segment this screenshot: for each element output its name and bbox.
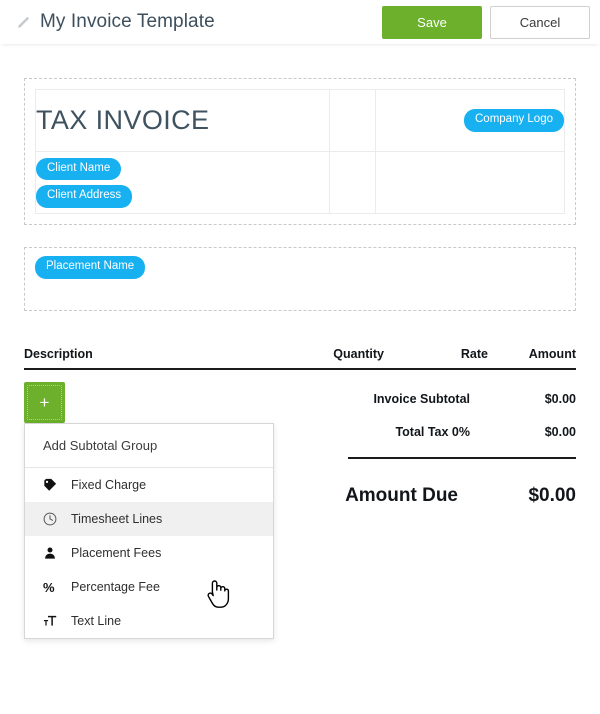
column-header-description: Description [24,347,93,361]
column-header-amount: Amount [528,347,576,361]
page-header: My Invoice Template Save Cancel [0,0,600,44]
total-row-invoice-subtotal: Invoice Subtotal $0.00 [324,382,576,415]
menu-item-text-line[interactable]: Text Line [25,604,273,638]
menu-item-label: Text Line [71,614,122,628]
cell-blank-1[interactable] [328,89,377,152]
menu-item-timesheet-lines[interactable]: Timesheet Lines [25,502,273,536]
cell-blank-2[interactable] [328,151,377,214]
field-pill-placement-name[interactable]: Placement Name [35,256,146,279]
tag-icon [43,478,65,492]
cancel-button[interactable]: Cancel [490,5,590,39]
save-button[interactable]: Save [382,5,482,39]
invoice-header-table: TAX INVOICE Company Logo Client Name Cli… [35,89,565,214]
cell-tax-invoice-title[interactable]: TAX INVOICE [35,89,330,152]
person-icon [43,546,65,560]
column-header-rate: Rate [460,347,488,361]
tax-invoice-title: TAX INVOICE [36,105,210,135]
cell-blank-3[interactable] [375,151,565,214]
table-row: Client Name Client Address [35,151,565,214]
field-pill-company-logo[interactable]: Company Logo [464,109,564,132]
menu-item-add-subtotal-group[interactable]: Add Subtotal Group [25,424,273,468]
totals-section: Invoice Subtotal $0.00 Total Tax 0% $0.0… [324,370,576,507]
header-actions: Save Cancel [382,5,590,39]
field-pill-client-name[interactable]: Client Name [36,157,122,180]
menu-item-fixed-charge[interactable]: Fixed Charge [25,468,273,502]
total-value: $0.00 [544,424,576,439]
amount-due-value: $0.00 [528,485,576,506]
add-line-area: + Add Subtotal Group Fixed Charge Timesh… [24,370,324,639]
table-row: TAX INVOICE Company Logo [35,89,565,152]
menu-item-percentage-fee[interactable]: % Percentage Fee [25,570,273,604]
menu-item-label: Timesheet Lines [71,512,163,526]
text-icon [43,614,65,628]
total-label: Total Tax 0% [395,424,470,439]
total-value: $0.00 [544,391,576,406]
column-header-quantity: Quantity [333,347,384,361]
lower-section: + Add Subtotal Group Fixed Charge Timesh… [24,370,576,639]
line-items-column-headers: Description Quantity Rate Amount [24,347,576,370]
field-pill-client-address[interactable]: Client Address [36,185,133,208]
menu-item-label: Placement Fees [71,546,162,560]
total-row-amount-due: Amount Due $0.00 [324,459,576,507]
plus-icon: + [39,393,50,412]
add-line-item-button[interactable]: + [24,382,65,423]
client-pill-stack: Client Name Client Address [36,157,329,208]
percent-icon: % [43,579,55,595]
total-row-total-tax: Total Tax 0% $0.00 [324,415,576,448]
placement-dropzone[interactable]: Placement Name [24,247,576,311]
page-title: My Invoice Template [40,11,215,32]
clock-icon [43,512,65,526]
total-label: Invoice Subtotal [373,391,470,406]
menu-item-label: Percentage Fee [71,580,160,594]
menu-item-label: Fixed Charge [71,478,147,492]
menu-item-placement-fees[interactable]: Placement Fees [25,536,273,570]
template-canvas: TAX INVOICE Company Logo Client Name Cli… [0,78,600,639]
cell-company-logo[interactable]: Company Logo [375,89,565,152]
cell-client-fields[interactable]: Client Name Client Address [35,151,330,214]
pencil-icon[interactable] [16,14,32,30]
invoice-header-dropzone[interactable]: TAX INVOICE Company Logo Client Name Cli… [24,78,576,225]
add-line-item-menu: Add Subtotal Group Fixed Charge Timeshee… [24,423,274,639]
amount-due-label: Amount Due [345,485,458,506]
